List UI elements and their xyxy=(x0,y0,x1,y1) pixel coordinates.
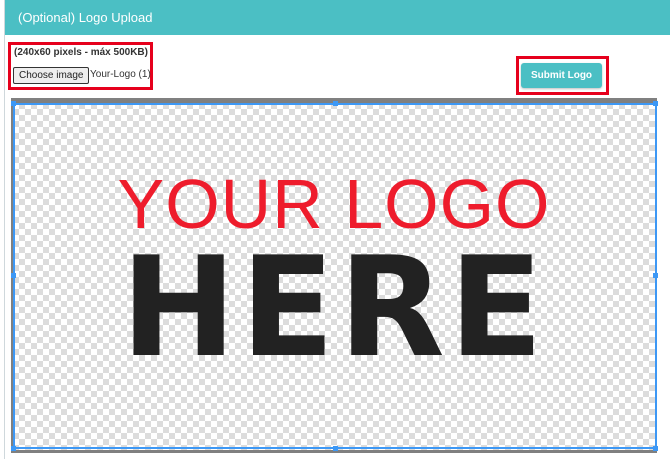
panel-title: (Optional) Logo Upload xyxy=(5,0,670,35)
selected-file-name: Your-Logo (1) xyxy=(90,69,151,80)
crop-handle-bottom[interactable] xyxy=(333,446,338,451)
crop-handle-top[interactable] xyxy=(333,101,338,106)
crop-handle-bottom-left[interactable] xyxy=(11,446,16,451)
size-hint: (240x60 pixels - máx 500KB) xyxy=(14,47,148,58)
crop-handle-left[interactable] xyxy=(11,273,16,278)
crop-handle-right[interactable] xyxy=(653,273,658,278)
crop-handle-top-right[interactable] xyxy=(653,101,658,106)
submit-logo-button[interactable]: Submit Logo xyxy=(521,63,602,88)
choose-image-button[interactable]: Choose image xyxy=(13,67,90,84)
crop-handle-top-left[interactable] xyxy=(11,101,16,106)
crop-frame[interactable] xyxy=(13,103,657,449)
crop-handle-bottom-right[interactable] xyxy=(653,446,658,451)
